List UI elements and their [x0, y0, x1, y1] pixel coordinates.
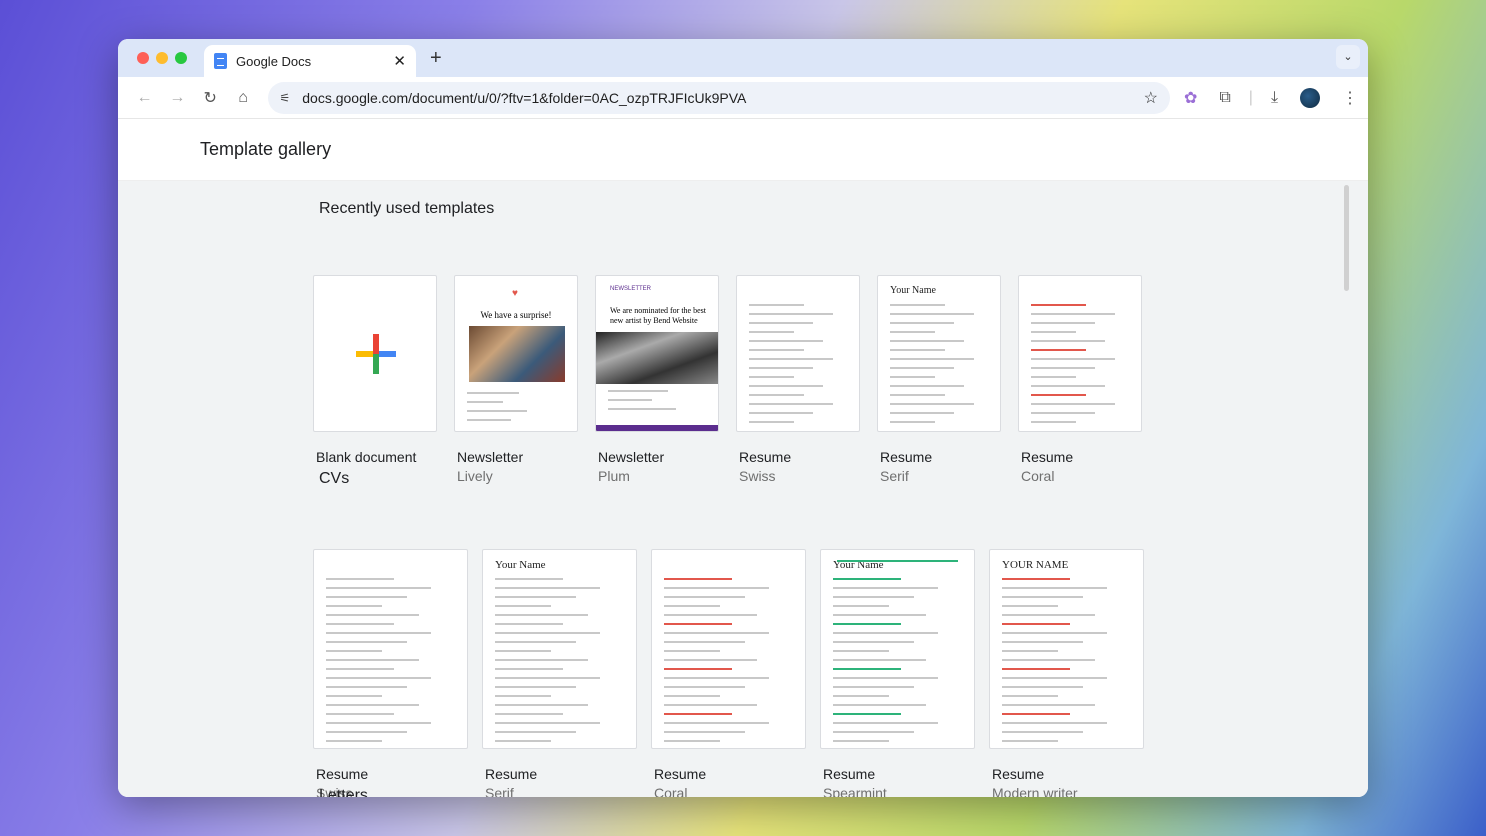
page-header: Template gallery — [118, 119, 1368, 181]
template-thumbnail[interactable] — [313, 549, 468, 749]
template-card[interactable]: Resume Swiss — [736, 275, 860, 484]
reload-icon[interactable]: ↻ — [194, 88, 227, 108]
url-text: docs.google.com/document/u/0/?ftv=1&fold… — [302, 89, 747, 106]
section-title-cvs: CVs — [319, 470, 350, 487]
template-card[interactable]: Your Name Resume Spearmint — [820, 549, 975, 797]
plus-icon — [356, 334, 396, 374]
toolbar: ← → ↻ ⌂ ⚟ docs.google.com/document/u/0/?… — [118, 77, 1368, 119]
extensions-puzzle-icon[interactable]: ⧉ — [1219, 89, 1230, 107]
more-menu-icon[interactable]: ⋮ — [1342, 88, 1358, 108]
template-card[interactable]: Resume Coral — [1018, 275, 1142, 484]
avatar[interactable] — [1300, 87, 1321, 108]
thumbnail-heading: We are nominated for the best new artist… — [610, 306, 706, 325]
address-bar[interactable]: ⚟ docs.google.com/document/u/0/?ftv=1&fo… — [267, 81, 1170, 114]
template-thumbnail[interactable]: Your Name — [482, 549, 637, 749]
template-card[interactable]: Your Name Resume Serif — [877, 275, 1001, 484]
template-style: Plum — [598, 468, 630, 484]
back-icon[interactable]: ← — [128, 89, 161, 107]
template-thumbnail[interactable]: Your Name — [820, 549, 975, 749]
tab-bar: Google Docs ✕ + ⌄ — [118, 39, 1368, 77]
template-card[interactable]: Resume Coral — [651, 549, 806, 797]
template-style: Serif — [485, 785, 514, 797]
template-name: Newsletter — [457, 449, 524, 465]
close-tab-icon[interactable]: ✕ — [393, 52, 406, 70]
template-name: Resume — [880, 449, 933, 465]
template-thumbnail[interactable]: NEWSLETTER We are nominated for the best … — [595, 275, 719, 432]
thumbnail-heading: We have a surprise! — [480, 310, 552, 320]
template-style: Swiss — [739, 468, 776, 484]
new-tab-button[interactable]: + — [430, 47, 442, 70]
template-gallery: Recently used templates Blank document ♥ W… — [118, 181, 1368, 797]
template-card[interactable]: ♥ We have a surprise! Newsletter Lively — [454, 275, 578, 484]
tab-google-docs[interactable]: Google Docs ✕ — [204, 45, 416, 77]
download-icon[interactable]: ⤓ — [1271, 89, 1278, 107]
template-name: Resume — [1021, 449, 1074, 465]
template-thumbnail[interactable] — [1018, 275, 1142, 432]
template-name: Newsletter — [598, 449, 665, 465]
template-name: Resume — [739, 449, 792, 465]
thumbnail-heading: Your Name — [495, 559, 546, 571]
template-thumbnail[interactable] — [736, 275, 860, 432]
minimize-window-button[interactable] — [156, 52, 168, 64]
template-card[interactable]: Blank document — [313, 275, 437, 465]
template-thumbnail[interactable]: Your Name — [877, 275, 1001, 432]
maximize-window-button[interactable] — [175, 52, 187, 64]
divider: | — [1248, 88, 1253, 106]
section-title-letters: Letters — [319, 787, 368, 797]
thumbnail-photo — [469, 326, 565, 382]
extension-icon[interactable]: ✿ — [1184, 88, 1197, 108]
template-style: Spearmint — [823, 785, 887, 797]
template-style: Modern writer — [992, 785, 1078, 797]
thumbnail-heading: YOUR NAME — [1002, 559, 1069, 571]
bookmark-star-icon[interactable]: ☆ — [1144, 88, 1158, 108]
template-name: Resume — [316, 766, 369, 782]
template-name: Blank document — [316, 449, 417, 465]
tab-search-button[interactable]: ⌄ — [1336, 45, 1360, 69]
template-style: Lively — [457, 468, 493, 484]
template-name: Resume — [823, 766, 876, 782]
page-title: Template gallery — [200, 139, 332, 159]
forward-icon[interactable]: → — [161, 89, 194, 107]
template-card[interactable]: Resume Swiss — [313, 549, 468, 797]
close-window-button[interactable] — [137, 52, 149, 64]
template-name: Resume — [654, 766, 707, 782]
template-card[interactable]: YOUR NAME Resume Modern writer — [989, 549, 1144, 797]
thumbnail-photo — [596, 332, 718, 384]
template-style: Coral — [1021, 468, 1055, 484]
template-card[interactable]: NEWSLETTER We are nominated for the best … — [595, 275, 719, 484]
template-name: Resume — [992, 766, 1045, 782]
template-thumbnail[interactable] — [651, 549, 806, 749]
scrollbar[interactable] — [1344, 185, 1349, 291]
browser-window: Google Docs ✕ + ⌄ ← → ↻ ⌂ ⚟ docs.google.… — [118, 39, 1368, 797]
home-icon[interactable]: ⌂ — [227, 89, 260, 107]
section-title-recent: Recently used templates — [319, 200, 495, 217]
docs-icon — [214, 53, 227, 69]
site-settings-icon[interactable]: ⚟ — [280, 91, 291, 105]
template-style: Serif — [880, 468, 909, 484]
template-style: Coral — [654, 785, 688, 797]
template-card[interactable]: Your Name Resume Serif — [482, 549, 637, 797]
tab-title: Google Docs — [236, 53, 312, 69]
template-thumbnail[interactable] — [313, 275, 437, 432]
template-name: Resume — [485, 766, 538, 782]
thumbnail-heading: Your Name — [890, 285, 936, 296]
template-thumbnail[interactable]: ♥ We have a surprise! — [454, 275, 578, 432]
template-thumbnail[interactable]: YOUR NAME — [989, 549, 1144, 749]
